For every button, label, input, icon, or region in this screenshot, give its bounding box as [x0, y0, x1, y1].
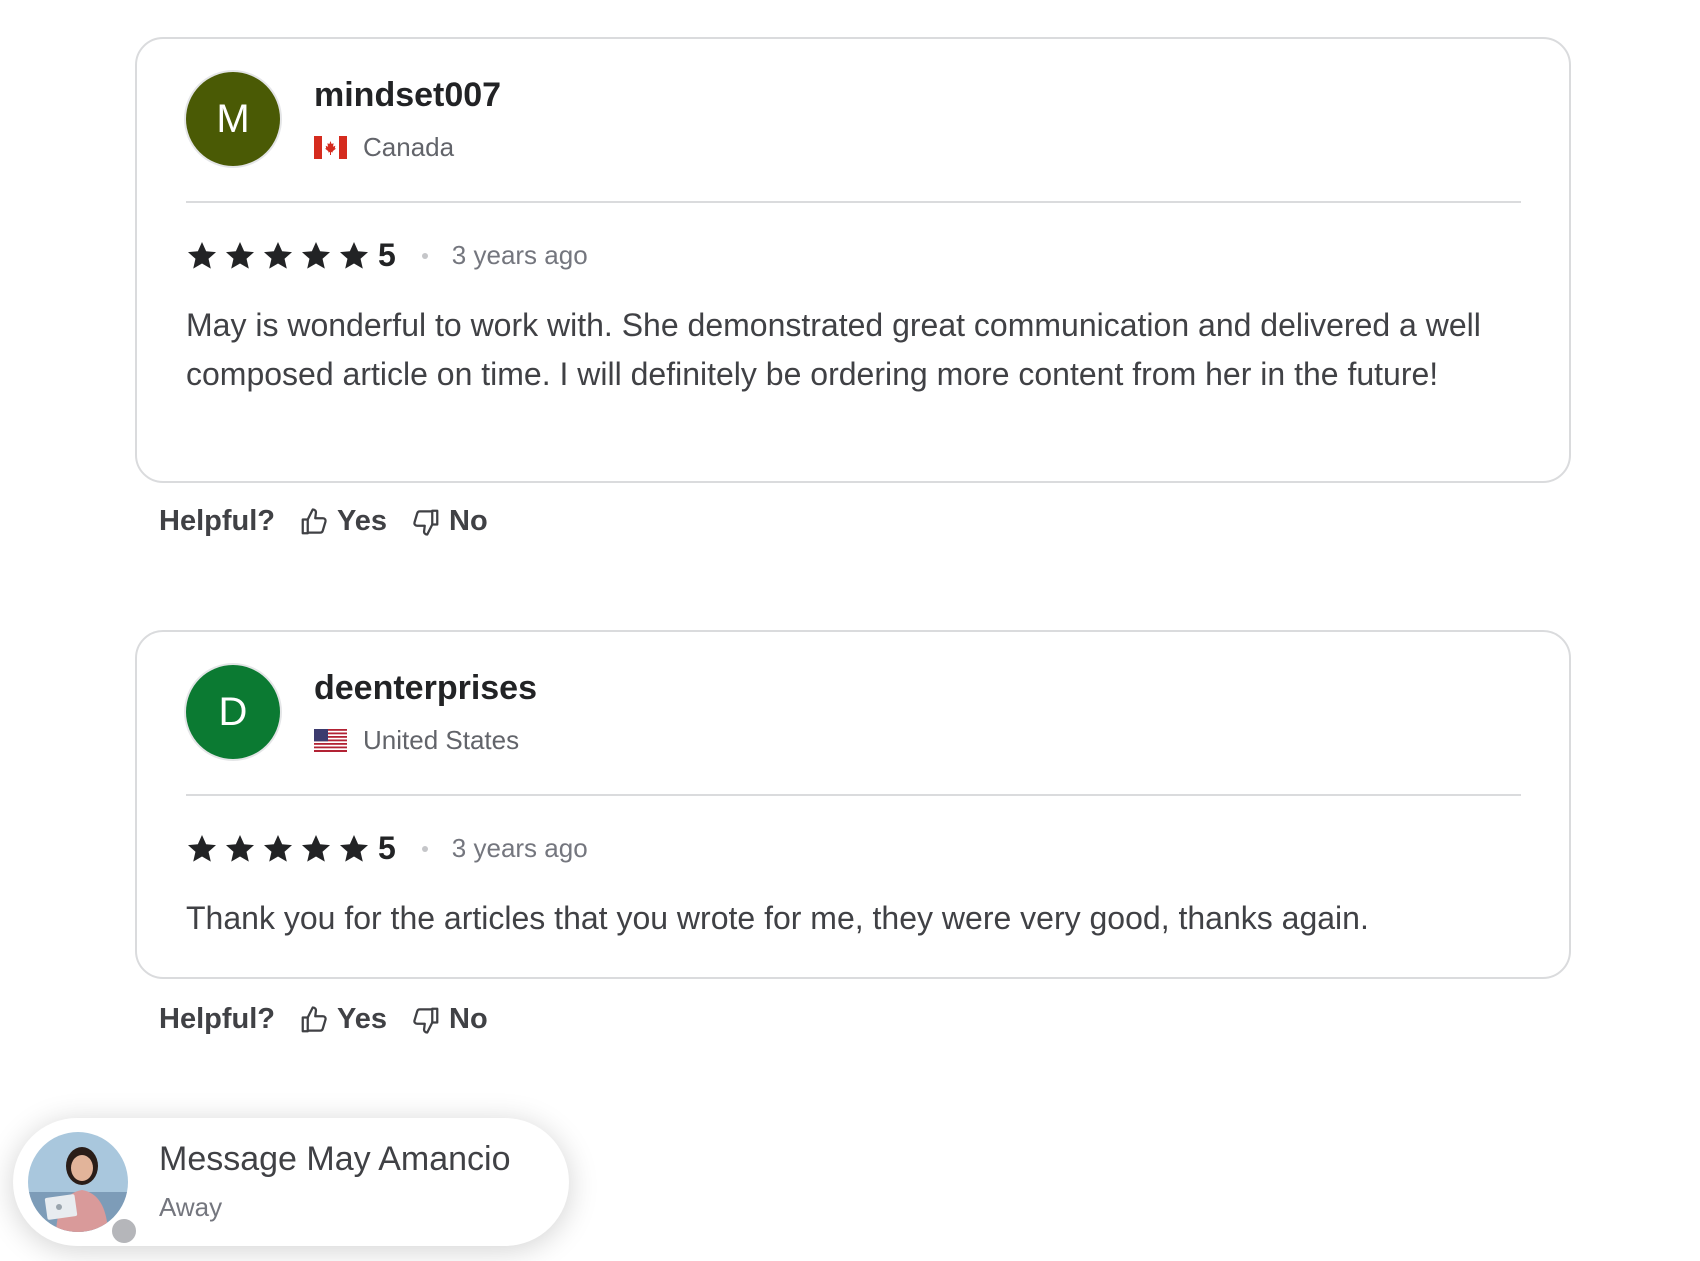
star-icon — [264, 834, 292, 862]
star-icon — [302, 241, 330, 269]
reviewer-country: Canada — [314, 132, 454, 163]
united-states-flag-icon — [314, 729, 347, 752]
avatar: D — [186, 665, 280, 759]
country-name: Canada — [363, 132, 455, 162]
yes-label: Yes — [337, 1003, 387, 1035]
canada-flag-icon — [314, 136, 347, 159]
helpful-yes-button[interactable]: Yes — [299, 1003, 387, 1036]
helpful-label: Helpful? — [159, 505, 275, 537]
reviewer-username: deenterprises — [314, 669, 537, 707]
reviewer-username: mindset007 — [314, 76, 502, 114]
divider — [186, 201, 1521, 203]
star-icon — [188, 241, 216, 269]
message-title: Message May Amancio — [159, 1140, 511, 1178]
review-card: M mindset007 Canada 5 3 years ago May is… — [135, 37, 1571, 483]
thumbs-down-icon — [413, 509, 439, 536]
rating-score: 5 — [378, 237, 396, 273]
review-text: Thank you for the articles that you wrot… — [186, 900, 1369, 936]
helpful-label: Helpful? — [159, 1003, 275, 1035]
seller-photo-icon — [28, 1132, 128, 1232]
seller-status: Away — [159, 1192, 223, 1222]
review-time: 3 years ago — [451, 833, 588, 863]
helpful-no-button[interactable]: No — [411, 505, 488, 538]
helpful-feedback: Helpful? Yes No — [159, 505, 488, 538]
status-indicator — [109, 1216, 139, 1246]
avatar: M — [186, 72, 280, 166]
star-icon — [226, 834, 254, 862]
star-rating — [186, 833, 376, 865]
message-seller-button[interactable]: Message May Amancio Away — [13, 1118, 569, 1246]
thumbs-down-icon — [413, 1007, 439, 1034]
thumbs-up-icon — [301, 507, 327, 534]
no-label: No — [449, 1003, 488, 1035]
star-icon — [340, 834, 368, 862]
star-icon — [302, 834, 330, 862]
rating-row: 5 3 years ago — [186, 237, 588, 274]
helpful-feedback: Helpful? Yes No — [159, 1003, 488, 1036]
thumbs-up-icon — [301, 1005, 327, 1032]
divider — [186, 794, 1521, 796]
star-icon — [340, 241, 368, 269]
star-icon — [226, 241, 254, 269]
star-icon — [188, 834, 216, 862]
rating-score: 5 — [378, 830, 396, 866]
reviewer-country: United States — [314, 725, 519, 756]
helpful-yes-button[interactable]: Yes — [299, 505, 387, 538]
review-time: 3 years ago — [451, 240, 588, 270]
star-icon — [264, 241, 292, 269]
yes-label: Yes — [337, 505, 387, 537]
rating-row: 5 3 years ago — [186, 830, 588, 867]
separator-dot — [421, 252, 428, 259]
country-name: United States — [363, 725, 520, 755]
review-text: May is wonderful to work with. She demon… — [186, 307, 1481, 392]
review-card: D deenterprises United States 5 3 years … — [135, 630, 1571, 979]
seller-avatar — [28, 1132, 128, 1232]
helpful-no-button[interactable]: No — [411, 1003, 488, 1036]
no-label: No — [449, 505, 488, 537]
separator-dot — [421, 845, 428, 852]
star-rating — [186, 240, 376, 272]
